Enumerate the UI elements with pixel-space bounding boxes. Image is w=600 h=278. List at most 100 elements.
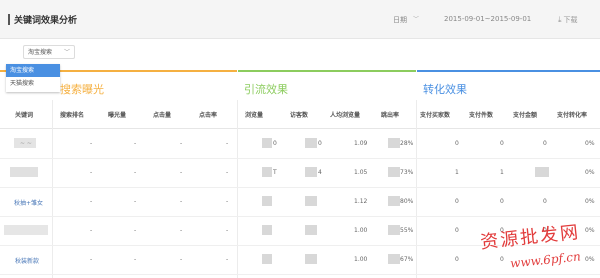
cell-exposure: - [134, 198, 137, 205]
cell-buyers: 0 [455, 256, 459, 263]
date-range[interactable]: 2015-09-01~2015-09-01 [444, 15, 531, 23]
page-title-wrap: 关键词效果分析 [8, 13, 77, 26]
cell-buyers: 1 [455, 169, 459, 176]
source-select-value: 淘宝搜索 [28, 49, 53, 56]
col-exposure[interactable]: 曝光量 [108, 110, 126, 119]
redacted-block [388, 196, 400, 206]
cell-items: 0 [500, 140, 504, 147]
group-title: 引流效果 [244, 83, 288, 96]
cell-clicks: - [180, 169, 183, 176]
cell-avg-pv: 1.00 [354, 256, 368, 263]
cell-bounce: 73% [400, 169, 414, 176]
cell-conv: 0% [585, 227, 595, 234]
cell-buyers: 0 [455, 227, 459, 234]
col-avg-pv[interactable]: 人均浏览量 [330, 110, 360, 119]
col-clicks[interactable]: 点击量 [153, 110, 171, 119]
cell-rank: - [90, 140, 93, 147]
cell-avg-pv: 1.05 [354, 169, 368, 176]
col-pv[interactable]: 浏览量 [245, 110, 263, 119]
table-row[interactable]: 秋抽+雏女 - - - - 1.12 80% 0 0 0 0% [0, 187, 600, 217]
redacted-block [388, 138, 400, 148]
source-select[interactable]: 淘宝搜索 ﹀ [23, 45, 75, 59]
download-label: 下载 [563, 16, 578, 24]
cell-items: 1 [500, 169, 504, 176]
col-rank[interactable]: 搜索排名 [60, 110, 84, 119]
redacted-block [262, 138, 272, 148]
cell-avg-pv: 1.09 [354, 140, 368, 147]
cell-items: 0 [500, 256, 504, 263]
redacted-block [305, 167, 317, 177]
table-row[interactable]: - - - - T 4 1.05 73% 1 1 0% [0, 158, 600, 188]
redacted-block [10, 167, 38, 177]
title-marker [8, 14, 10, 25]
cell-bounce: 67% [400, 256, 414, 263]
col-amount[interactable]: 支付金额 [513, 110, 537, 119]
cell-pv: 0 [273, 140, 277, 147]
cell-bounce: 55% [400, 227, 414, 234]
col-conv[interactable]: 支付转化率 [557, 110, 587, 119]
cell-ctr: - [226, 169, 229, 176]
cell-amount: 0 [543, 140, 547, 147]
cell-ctr: - [226, 256, 229, 263]
redacted-block [262, 167, 272, 177]
redacted-block [305, 138, 317, 148]
group-traffic: 引流效果 [238, 70, 416, 102]
cell-bounce: 80% [400, 198, 414, 205]
cell-bounce: 28% [400, 140, 414, 147]
cell-keyword[interactable]: 秋抽+雏女 [14, 198, 43, 207]
cell-uv: 4 [318, 169, 322, 176]
cell-conv: 0% [585, 256, 595, 263]
top-bar: 关键词效果分析 日期 ﹀ 2015-09-01~2015-09-01 ⤓ 下载 [0, 0, 600, 39]
cell-rank: - [90, 256, 93, 263]
redacted-block [305, 225, 317, 235]
col-bounce[interactable]: 跳出率 [381, 110, 399, 119]
group-accent-line [417, 70, 600, 72]
col-buyers[interactable]: 支付买家数 [420, 110, 450, 119]
cell-rank: - [90, 198, 93, 205]
cell-exposure: - [134, 227, 137, 234]
col-ctr[interactable]: 点击率 [199, 110, 217, 119]
col-uv[interactable]: 访客数 [290, 110, 308, 119]
dropdown-option-tmall[interactable]: 天猫搜索 [6, 77, 60, 90]
col-items[interactable]: 支付件数 [469, 110, 493, 119]
chevron-down-icon: ﹀ [63, 49, 70, 56]
group-title: 转化效果 [423, 83, 467, 96]
redacted-block [262, 225, 272, 235]
chevron-down-icon[interactable]: ﹀ [413, 14, 419, 23]
cell-pv: T [273, 169, 277, 176]
col-keyword[interactable]: 关键词 [15, 110, 33, 119]
cell-amount: 0 [543, 198, 547, 205]
redacted-block [388, 254, 400, 264]
redacted-block [388, 225, 400, 235]
download-icon: ⤓ [558, 15, 562, 24]
cell-uv: 0 [318, 140, 322, 147]
cell-exposure: - [134, 169, 137, 176]
cell-ctr: - [226, 198, 229, 205]
page-title: 关键词效果分析 [14, 16, 78, 26]
group-accent-line [238, 70, 416, 72]
cell-keyword[interactable]: ~ ~ [20, 140, 32, 147]
redacted-block [535, 167, 549, 177]
cell-conv: 0% [585, 140, 595, 147]
cell-rank: - [90, 169, 93, 176]
redacted-block [305, 254, 317, 264]
cell-conv: 0% [585, 198, 595, 205]
cell-ctr: - [226, 227, 229, 234]
date-picker-label[interactable]: 日期 [393, 15, 407, 25]
cell-items: 0 [500, 198, 504, 205]
cell-ctr: - [226, 140, 229, 147]
group-conversion: 转化效果 [417, 70, 600, 102]
cell-clicks: - [180, 227, 183, 234]
cell-buyers: 0 [455, 140, 459, 147]
dropdown-option-taobao[interactable]: 淘宝搜索 [6, 64, 60, 77]
cell-conv: 0% [585, 169, 595, 176]
download-button[interactable]: ⤓ 下载 [558, 15, 578, 25]
redacted-block [4, 225, 48, 235]
cell-keyword[interactable]: 秋装新款 [15, 256, 39, 265]
redacted-block [305, 196, 317, 206]
cell-buyers: 0 [455, 198, 459, 205]
cell-clicks: - [180, 140, 183, 147]
source-dropdown: 淘宝搜索 天猫搜索 [6, 64, 60, 92]
table-row[interactable]: ~ ~ - - - - 0 0 1.09 28% 0 0 0 0% [0, 129, 600, 159]
redacted-block [262, 196, 272, 206]
